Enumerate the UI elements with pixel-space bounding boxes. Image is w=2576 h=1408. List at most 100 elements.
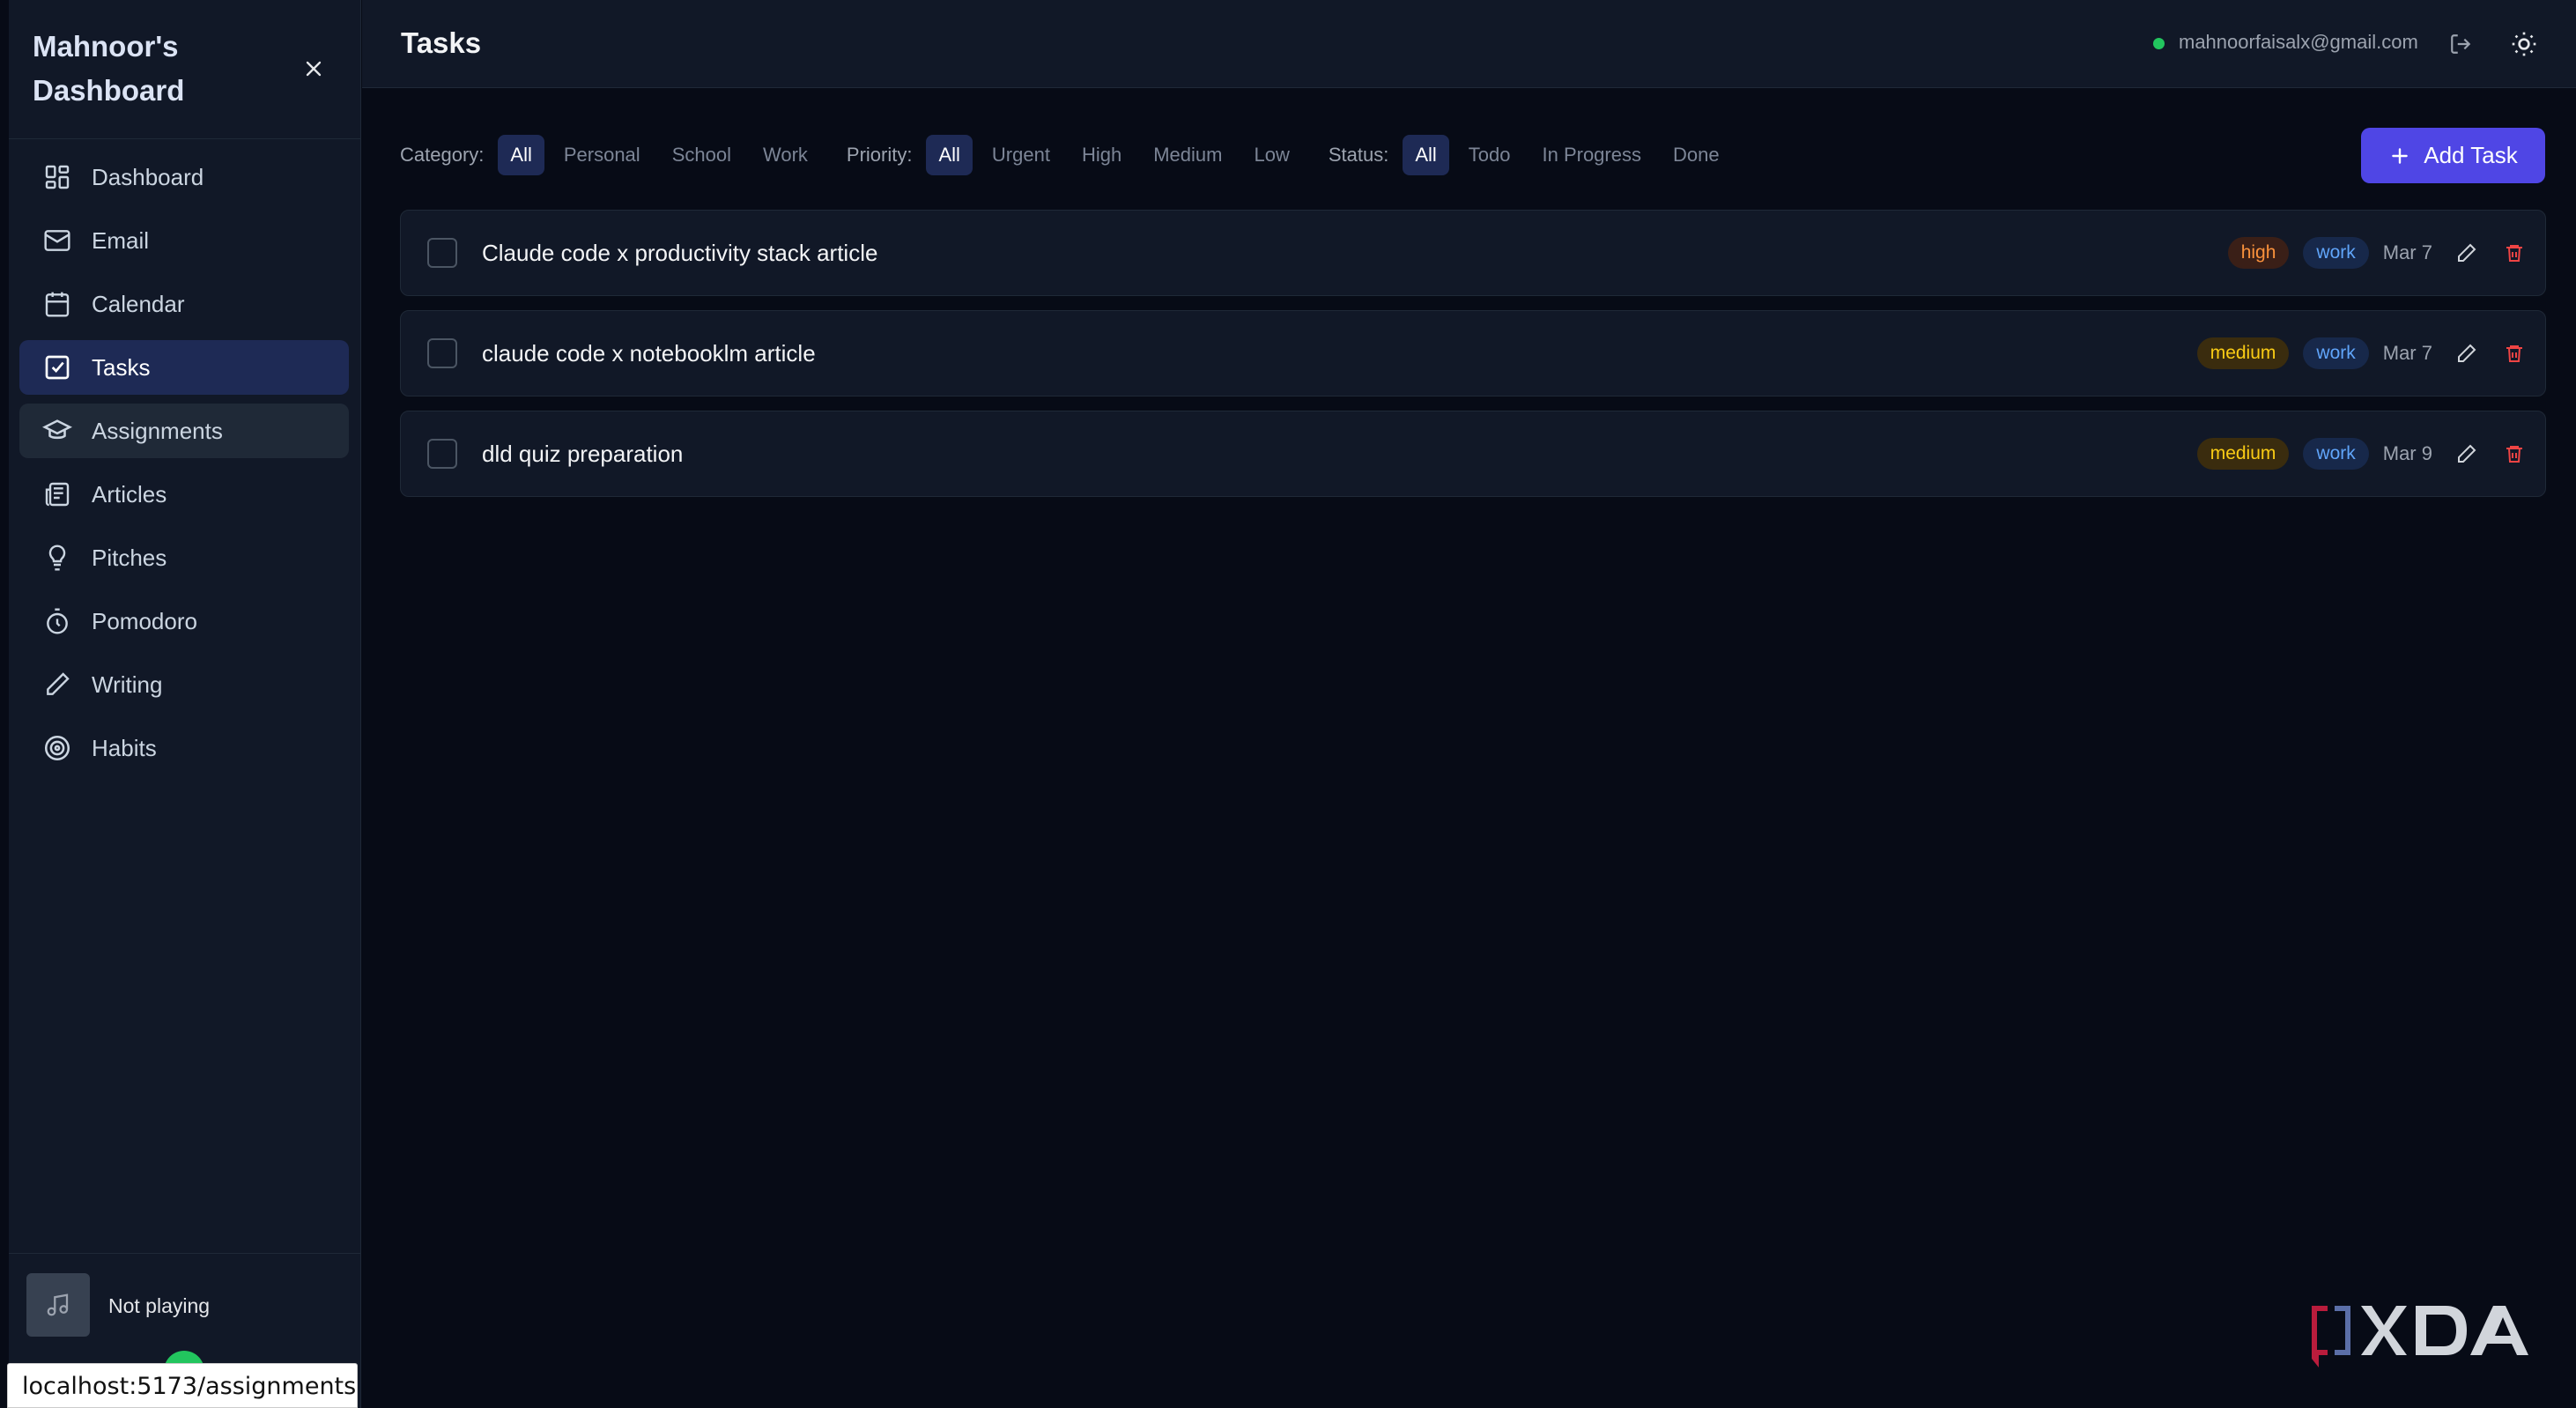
calendar-icon bbox=[42, 289, 72, 319]
dashboard-icon bbox=[42, 162, 72, 192]
sidebar-item-label: Dashboard bbox=[92, 163, 204, 190]
due-date: Mar 9 bbox=[2382, 442, 2432, 464]
add-task-button[interactable]: Add Task bbox=[2361, 128, 2545, 183]
category-badge: work bbox=[2303, 337, 2369, 369]
sidebar-item-email[interactable]: Email bbox=[19, 213, 349, 268]
sidebar-item-tasks[interactable]: Tasks bbox=[19, 340, 349, 395]
edit-task-button[interactable] bbox=[2454, 340, 2480, 367]
task-row[interactable]: dld quiz preparation medium work Mar 9 bbox=[400, 411, 2546, 497]
filter-bar: Category: All Personal School Work Prior… bbox=[400, 132, 1739, 178]
category-filter-personal[interactable]: Personal bbox=[551, 135, 653, 175]
plus-icon bbox=[2388, 145, 2411, 167]
task-checkbox[interactable] bbox=[427, 238, 457, 268]
sidebar-item-label: Habits bbox=[92, 734, 157, 761]
task-title: dld quiz preparation bbox=[482, 440, 684, 467]
online-status-dot bbox=[2153, 38, 2165, 49]
category-filter-school[interactable]: School bbox=[660, 135, 744, 175]
tasks-icon bbox=[42, 352, 72, 382]
task-checkbox[interactable] bbox=[427, 439, 457, 469]
status-filter-done[interactable]: Done bbox=[1661, 135, 1732, 175]
category-filter-work[interactable]: Work bbox=[751, 135, 820, 175]
priority-badge: medium bbox=[2196, 337, 2290, 369]
sidebar-nav: Dashboard Email Calendar Tasks Assignmen… bbox=[19, 150, 349, 784]
brand-title: Mahnoor's Dashboard bbox=[33, 30, 185, 107]
sidebar-item-pitches[interactable]: Pitches bbox=[19, 530, 349, 585]
delete-task-button[interactable] bbox=[2501, 340, 2528, 367]
pen-icon bbox=[42, 670, 72, 700]
newspaper-icon bbox=[42, 479, 72, 509]
due-date: Mar 7 bbox=[2382, 241, 2432, 263]
top-bar: Tasks mahnoorfaisalx@gmail.com bbox=[362, 0, 2576, 88]
sidebar-item-dashboard[interactable]: Dashboard bbox=[19, 150, 349, 204]
task-row[interactable]: Claude code x productivity stack article… bbox=[400, 210, 2546, 296]
status-filter-todo[interactable]: Todo bbox=[1456, 135, 1523, 175]
trash-icon bbox=[2506, 245, 2522, 262]
music-icon bbox=[47, 1293, 69, 1316]
priority-filter-high[interactable]: High bbox=[1070, 135, 1134, 175]
sidebar-item-label: Pomodoro bbox=[92, 607, 197, 634]
browser-status-url: localhost:5173/assignments bbox=[7, 1363, 358, 1408]
pencil-icon bbox=[2458, 444, 2476, 463]
sidebar-item-pomodoro[interactable]: Pomodoro bbox=[19, 594, 349, 648]
xda-watermark-logo bbox=[2312, 1306, 2528, 1367]
status-filter-in-progress[interactable]: In Progress bbox=[1529, 135, 1654, 175]
trash-icon bbox=[2506, 345, 2522, 362]
theme-toggle-button[interactable] bbox=[2505, 25, 2543, 63]
sidebar-item-writing[interactable]: Writing bbox=[19, 657, 349, 712]
priority-filter-urgent[interactable]: Urgent bbox=[980, 135, 1062, 175]
sidebar-item-label: Writing bbox=[92, 671, 163, 698]
add-task-label: Add Task bbox=[2424, 142, 2518, 168]
sidebar-item-label: Calendar bbox=[92, 290, 185, 317]
logout-button[interactable] bbox=[2443, 26, 2478, 62]
status-filter-all[interactable]: All bbox=[1403, 135, 1449, 175]
pencil-icon bbox=[2458, 344, 2476, 362]
sidebar-item-habits[interactable]: Habits bbox=[19, 721, 349, 775]
lightbulb-icon bbox=[42, 543, 72, 573]
logout-icon bbox=[2451, 34, 2471, 54]
sidebar-item-label: Articles bbox=[92, 480, 167, 508]
mail-icon bbox=[42, 226, 72, 256]
priority-badge: high bbox=[2227, 237, 2290, 269]
task-list: Claude code x productivity stack article… bbox=[400, 210, 2546, 511]
edit-task-button[interactable] bbox=[2454, 441, 2480, 467]
sidebar-header: Mahnoor's Dashboard bbox=[9, 0, 360, 139]
task-meta: high work Mar 7 bbox=[2227, 211, 2528, 295]
task-title: Claude code x productivity stack article bbox=[482, 239, 878, 266]
close-icon bbox=[306, 61, 322, 77]
sidebar-item-label: Pitches bbox=[92, 544, 167, 571]
category-badge: work bbox=[2303, 237, 2369, 269]
sidebar-item-assignments[interactable]: Assignments bbox=[19, 404, 349, 458]
category-badge: work bbox=[2303, 438, 2369, 470]
sidebar-item-calendar[interactable]: Calendar bbox=[19, 277, 349, 331]
sun-icon bbox=[2512, 32, 2536, 56]
category-filter-label: Category: bbox=[400, 144, 485, 166]
player-status: Not playing bbox=[108, 1294, 211, 1317]
user-email: mahnoorfaisalx@gmail.com bbox=[2179, 31, 2418, 53]
task-title: claude code x notebooklm article bbox=[482, 339, 816, 367]
page-title: Tasks bbox=[401, 26, 482, 59]
category-filter-all[interactable]: All bbox=[498, 135, 544, 175]
target-icon bbox=[42, 733, 72, 763]
trash-icon bbox=[2506, 446, 2522, 463]
priority-filter-label: Priority: bbox=[846, 144, 913, 166]
close-sidebar-button[interactable] bbox=[296, 51, 331, 86]
timer-icon bbox=[42, 606, 72, 636]
sidebar: Mahnoor's Dashboard Dashboard Email Cale… bbox=[9, 0, 361, 1408]
sidebar-item-label: Assignments bbox=[92, 417, 223, 444]
graduation-cap-icon bbox=[42, 416, 72, 446]
task-row[interactable]: claude code x notebooklm article medium … bbox=[400, 310, 2546, 396]
priority-filter-medium[interactable]: Medium bbox=[1141, 135, 1234, 175]
sidebar-item-label: Email bbox=[92, 226, 150, 254]
task-checkbox[interactable] bbox=[427, 338, 457, 368]
sidebar-item-articles[interactable]: Articles bbox=[19, 467, 349, 522]
priority-filter-low[interactable]: Low bbox=[1241, 135, 1301, 175]
pencil-icon bbox=[2458, 243, 2476, 262]
delete-task-button[interactable] bbox=[2501, 240, 2528, 266]
edit-task-button[interactable] bbox=[2454, 240, 2480, 266]
delete-task-button[interactable] bbox=[2501, 441, 2528, 467]
task-meta: medium work Mar 7 bbox=[2196, 311, 2528, 396]
music-thumbnail[interactable] bbox=[26, 1273, 90, 1337]
task-meta: medium work Mar 9 bbox=[2196, 411, 2528, 496]
priority-filter-all[interactable]: All bbox=[926, 135, 973, 175]
sidebar-item-label: Tasks bbox=[92, 353, 151, 381]
